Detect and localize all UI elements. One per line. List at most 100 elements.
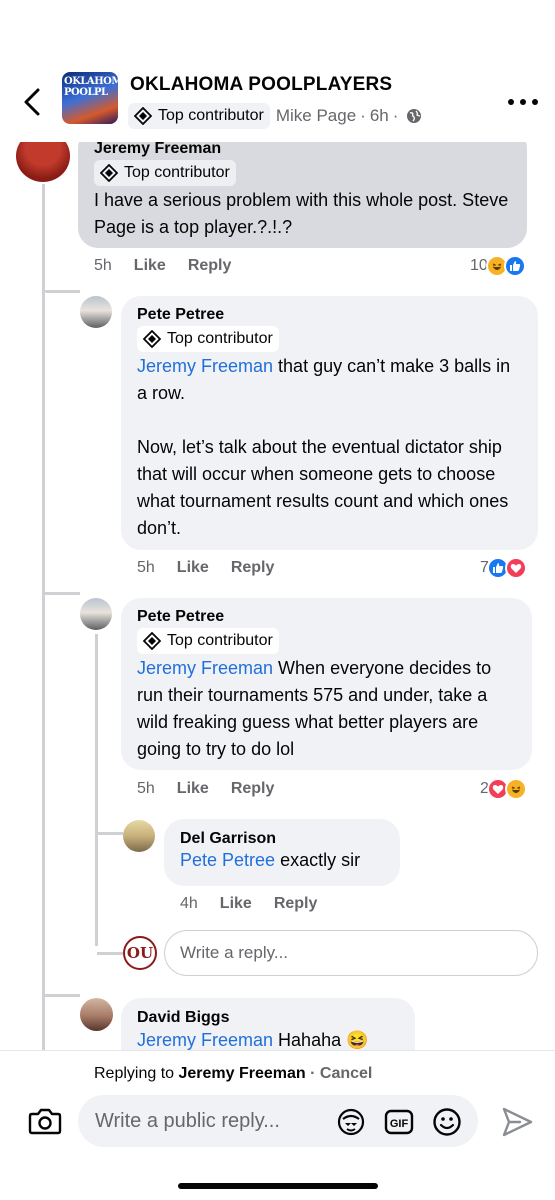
reply-button[interactable]: Reply [188,257,232,275]
reply-composer: Replying to Jeremy Freeman · Cancel Writ… [0,1050,555,1200]
current-user-avatar[interactable]: OU [123,936,157,970]
more-options-button[interactable] [508,96,538,108]
badge-label: Top contributor [158,107,264,124]
more-horizontal-icon [508,99,514,105]
composer-placeholder: Write a public reply... [95,1110,280,1132]
sparkle-diamond-icon [143,632,161,650]
comment-text: Jeremy Freeman that guy can’t make 3 bal… [137,353,522,407]
badge-label: Top contributor [167,330,273,347]
public-reply-input[interactable]: Write a public reply... GIF [78,1095,478,1147]
post-header: OKLAHOMA POOLPL OKLAHOMA POOLPLAYERS Top… [0,60,555,142]
comment-text-part: exactly sir [275,850,361,870]
post-time: 6h [369,106,389,125]
comment-text: Jeremy Freeman When everyone decides to … [137,655,516,763]
comment-time: 5h [137,780,155,797]
avatar[interactable] [80,998,113,1031]
send-icon[interactable] [500,1105,534,1139]
comment-actions: 5h Like Reply [137,777,296,801]
comment-actions: 4h Like Reply [180,892,339,916]
comment-author[interactable]: Pete Petree [137,306,522,324]
like-reaction-icon [503,255,526,277]
comment-bubble: Jeremy Freeman Top contributor I have a … [78,128,527,248]
avatar-sticker-icon[interactable] [336,1107,366,1137]
reply-button[interactable]: Reply [231,559,275,577]
comment-actions: 5h Like Reply [137,556,296,580]
comment-actions: 5h Like Reply [94,254,253,278]
comment-author[interactable]: Jeremy Freeman [94,140,511,158]
like-button[interactable]: Like [177,780,209,798]
comment-text: Pete Petree exactly sir [180,848,384,873]
group-avatar-text: OKLAHOMA POOLPL [64,76,118,98]
emoji-icon[interactable] [432,1107,462,1137]
top-contributor-badge: Top contributor [128,103,270,129]
reply-button[interactable]: Reply [231,780,275,798]
comment-time: 5h [137,559,155,576]
dot [520,99,526,105]
thread-line-sub-branch [97,832,123,835]
gif-label: GIF [390,1118,409,1130]
like-button[interactable]: Like [220,895,252,913]
comment-time: 4h [180,895,198,912]
cancel-reply-button[interactable]: Cancel [320,1065,372,1082]
reaction-summary[interactable]: 7 [480,556,527,580]
comment-author[interactable]: Pete Petree [137,608,516,626]
top-contributor-badge: Top contributor [94,160,236,186]
badge-label: Top contributor [124,164,230,181]
sparkle-diamond-icon [100,164,118,182]
write-reply-input[interactable]: Write a reply... [164,930,538,976]
replying-to-name: Jeremy Freeman [178,1065,306,1082]
reaction-summary[interactable]: 2 [480,777,527,801]
love-reaction-icon [504,557,527,579]
avatar[interactable] [80,296,112,328]
reply-placeholder: Write a reply... [180,943,289,962]
avatar-text: OU [126,944,154,962]
comment-author[interactable]: David Biggs [137,1009,399,1027]
replying-prefix: Replying to [94,1065,179,1082]
comment-bubble: Pete Petree Top contributor Jeremy Freem… [121,598,532,770]
reaction-summary[interactable]: 10 [470,254,526,278]
sparkle-diamond-icon [143,330,161,348]
comment-bubble: Del Garrison Pete Petree exactly sir [164,819,400,886]
separator: · [360,106,366,125]
back-button[interactable] [18,84,48,120]
comment-text: I have a serious problem with this whole… [94,190,509,237]
mention-link[interactable]: Jeremy Freeman [137,1030,273,1050]
comment-text-part: Hahaha 😆 [273,1030,369,1050]
separator: · [305,1065,320,1082]
gif-icon[interactable]: GIF [384,1107,414,1137]
thread-line-branch [44,994,80,997]
dot [532,99,538,105]
group-name[interactable]: OKLAHOMA POOLPLAYERS [130,74,392,96]
post-author[interactable]: Mike Page [276,106,356,126]
post-meta: Top contributor Mike Page · 6h · [128,102,422,130]
separator: · [392,106,399,125]
avatar[interactable] [123,820,155,852]
reply-button[interactable]: Reply [274,895,318,913]
thread-line-sub [95,634,98,946]
thread-line-sub-branch [97,952,123,955]
comment-text-paragraph: Now, let’s talk about the eventual dicta… [137,437,509,538]
top-contributor-badge: Top contributor [137,326,279,352]
comment-author[interactable]: Del Garrison [180,830,384,848]
avatar[interactable] [80,598,112,630]
group-avatar[interactable]: OKLAHOMA POOLPL [62,72,118,124]
mention-link[interactable]: Pete Petree [180,850,275,870]
chevron-left-icon [24,88,40,116]
haha-reaction-icon [504,778,527,800]
comment-time: 5h [94,257,112,274]
mention-link[interactable]: Jeremy Freeman [137,356,273,376]
thread-line-branch [44,290,80,293]
home-indicator [178,1183,378,1189]
replying-to-bar: Replying to Jeremy Freeman · Cancel [94,1065,372,1083]
mention-link[interactable]: Jeremy Freeman [137,658,273,678]
like-button[interactable]: Like [177,559,209,577]
comment-bubble: Pete Petree Top contributor Jeremy Freem… [121,296,538,550]
thread-line-branch [44,592,80,595]
globe-icon [407,109,422,123]
thread-line-main [42,184,45,1050]
badge-label: Top contributor [167,632,273,649]
camera-icon[interactable] [28,1105,62,1137]
top-contributor-badge: Top contributor [137,628,279,654]
like-button[interactable]: Like [134,257,166,275]
sparkle-diamond-icon [134,107,152,125]
